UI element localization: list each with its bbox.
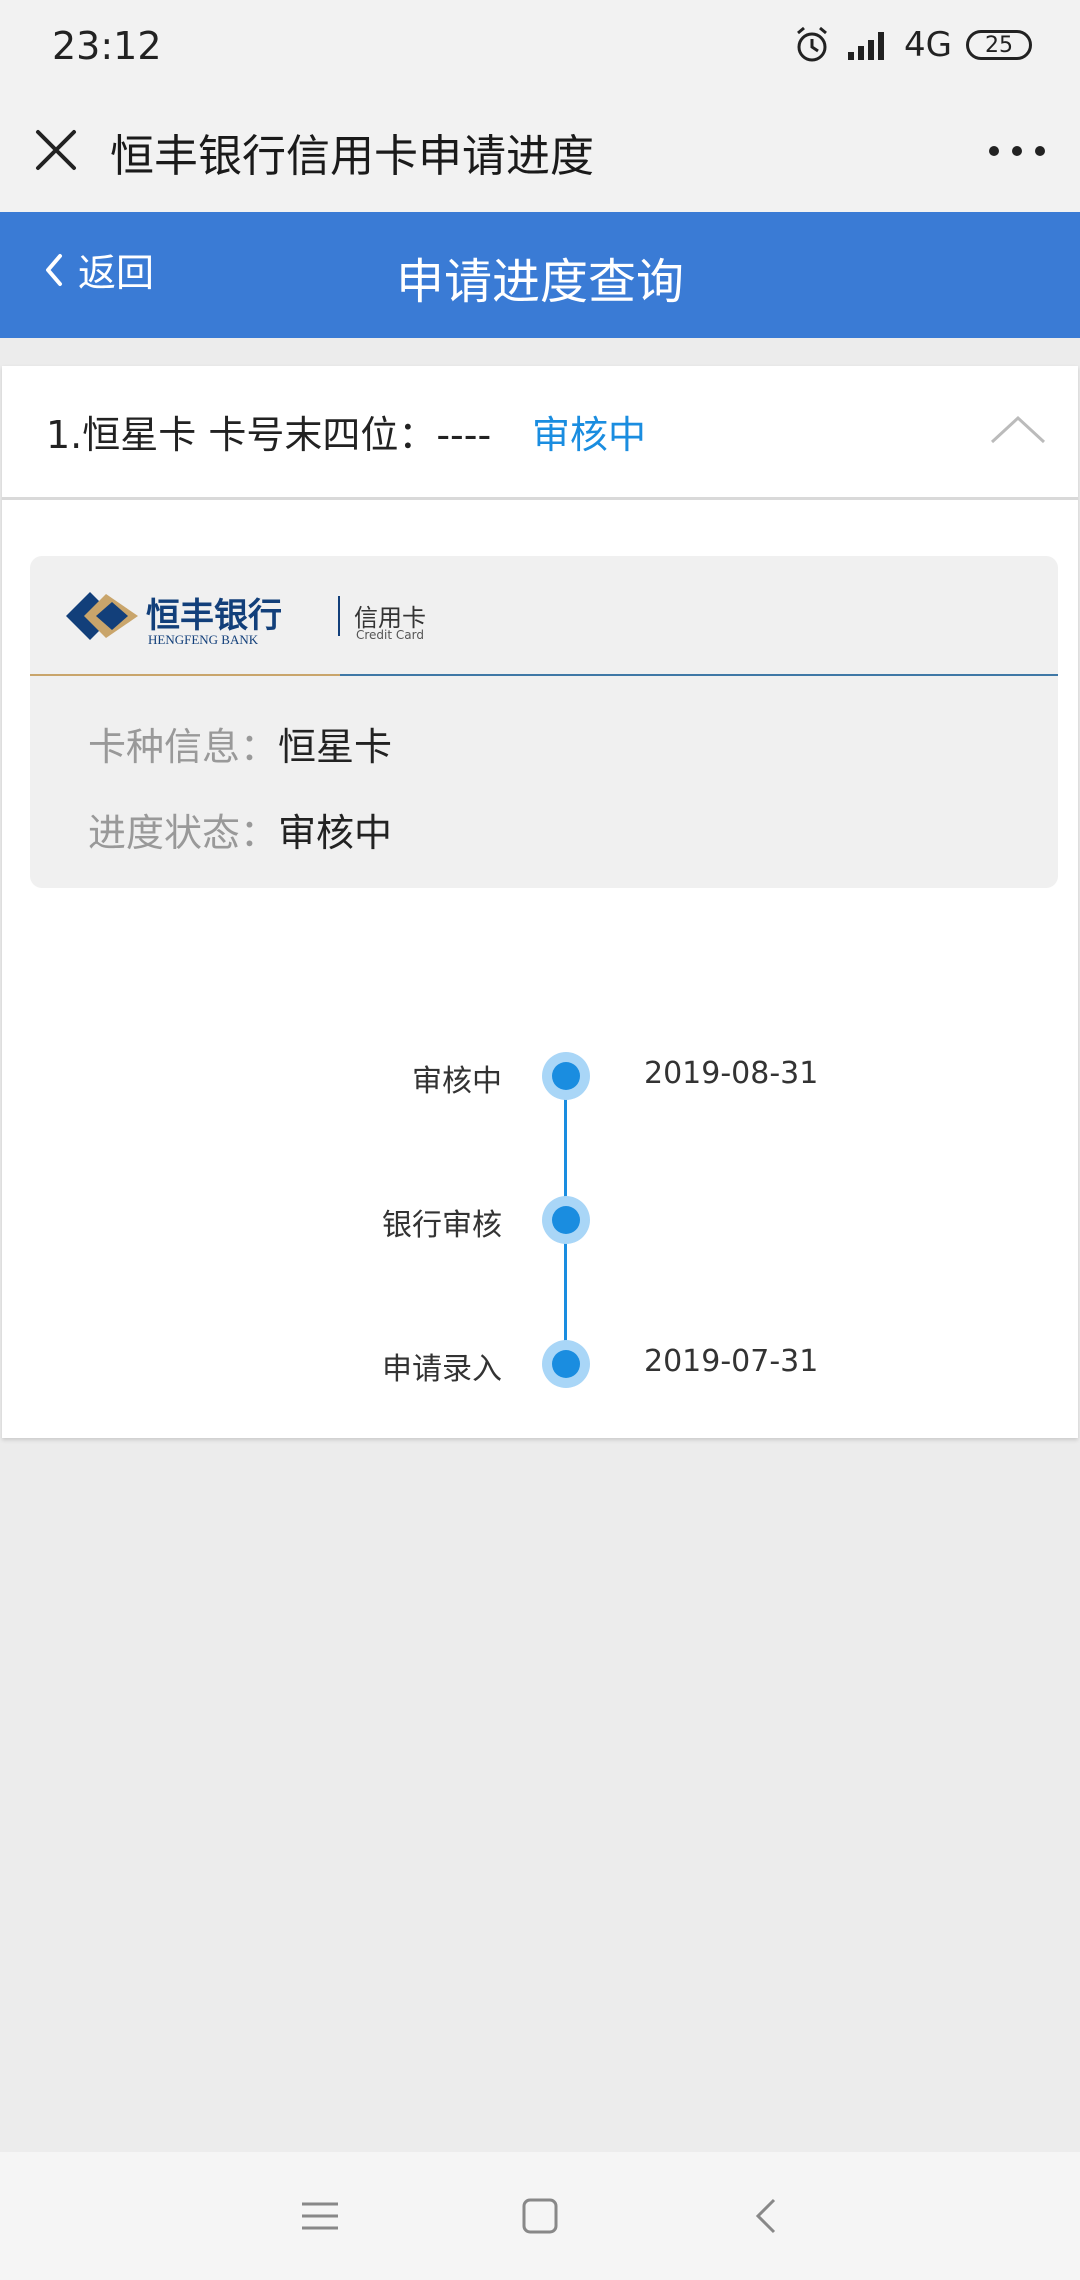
- progress-timeline: 审核中 2019-08-31 银行审核 申请录入 2019-07-31: [2, 1006, 1078, 1388]
- card-status: 审核中: [532, 413, 647, 457]
- progress-status-label: 进度状态：: [88, 811, 279, 855]
- battery-level: 25: [985, 32, 1013, 58]
- timeline-label: 审核中: [412, 1064, 502, 1099]
- bank-name-cn: 恒丰银行: [146, 596, 282, 636]
- battery-icon: 25: [966, 30, 1032, 60]
- card-type-label: 卡种信息：: [88, 725, 279, 769]
- card-type-row: 卡种信息：恒星卡: [88, 716, 392, 771]
- status-bar: 23:12 4G 25: [0, 0, 1080, 90]
- timeline-dot: [542, 1196, 590, 1244]
- page-header: 返回 申请进度查询: [0, 212, 1080, 338]
- timeline-date: 2019-07-31: [644, 1344, 819, 1379]
- home-icon[interactable]: [516, 2192, 564, 2240]
- bank-logo: 恒丰银行 HENGFENG BANK 信用卡 Credit Card: [66, 586, 466, 656]
- progress-status-value: 审核中: [278, 811, 393, 855]
- product-en: Credit Card: [356, 628, 424, 642]
- page-title: 申请进度查询: [395, 254, 684, 310]
- close-icon[interactable]: [28, 122, 84, 178]
- card-type-value: 恒星卡: [278, 725, 393, 769]
- webview-title: 恒丰银行信用卡申请进度: [110, 131, 594, 182]
- back-icon[interactable]: [744, 2192, 792, 2240]
- signal-icon: [848, 32, 885, 60]
- card-title: 1.恒星卡 卡号末四位：----: [46, 413, 492, 457]
- more-icon[interactable]: [982, 128, 1052, 174]
- timeline-label: 银行审核: [382, 1208, 502, 1243]
- system-nav-bar: [0, 2152, 1080, 2280]
- menu-icon[interactable]: [296, 2192, 344, 2240]
- webview-header: 恒丰银行信用卡申请进度: [0, 90, 1080, 212]
- progress-status-row: 进度状态：审核中: [88, 802, 392, 857]
- card-header[interactable]: 1.恒星卡 卡号末四位：---- 审核中: [2, 366, 1078, 500]
- application-card: 1.恒星卡 卡号末四位：---- 审核中 恒丰银行 HENGFENG BANK …: [2, 366, 1078, 1438]
- bank-name-en: HENGFENG BANK: [148, 632, 259, 647]
- timeline-label: 申请录入: [382, 1352, 502, 1387]
- timeline-date: 2019-08-31: [644, 1056, 819, 1091]
- info-divider-accent: [30, 674, 340, 676]
- status-icons: 4G 25: [792, 22, 1032, 68]
- logo-divider: [338, 596, 340, 636]
- chevron-up-icon[interactable]: [988, 408, 1048, 448]
- timeline-dot: [542, 1340, 590, 1388]
- card-info-box: 恒丰银行 HENGFENG BANK 信用卡 Credit Card 卡种信息：…: [30, 556, 1058, 888]
- network-type: 4G: [904, 25, 952, 65]
- timeline-dot: [542, 1052, 590, 1100]
- status-time: 23:12: [52, 24, 162, 68]
- alarm-icon: [797, 26, 827, 62]
